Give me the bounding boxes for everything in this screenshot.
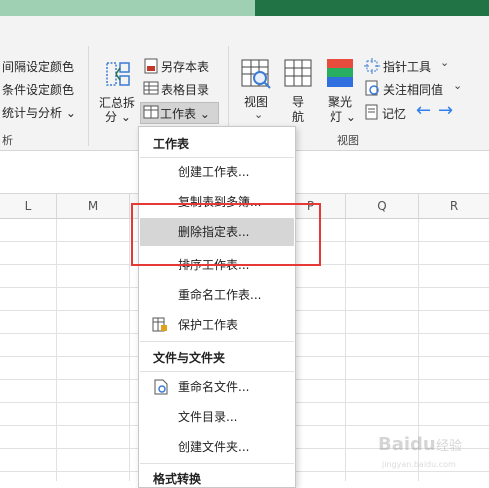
view-icon xyxy=(241,59,271,89)
navigation-icon xyxy=(284,59,312,87)
svg-text:经验: 经验 xyxy=(436,438,462,454)
menu-divider xyxy=(140,371,294,372)
grid-line xyxy=(345,219,346,481)
ribbon-group-label-view: 视图 xyxy=(337,134,359,147)
menu-item-rename-worksheets[interactable]: 重命名工作表... xyxy=(140,281,294,309)
menu-item-label: 保护工作表 xyxy=(178,318,239,332)
summary-split-icon xyxy=(106,62,130,86)
menu-item-create-folder[interactable]: 创建文件夹... xyxy=(140,433,294,461)
title-bar-tab-area xyxy=(0,0,255,16)
menu-item-file-directory[interactable]: 文件目录... xyxy=(140,403,294,431)
column-header-r[interactable]: R xyxy=(419,194,489,218)
protect-worksheet-icon xyxy=(152,317,167,332)
save-as-icon xyxy=(144,58,158,74)
menu-divider xyxy=(140,341,294,342)
summary-split-dropdown[interactable]: 分 ⌄ xyxy=(105,108,131,125)
watch-value-button[interactable]: 关注相同值 xyxy=(383,81,443,98)
ribbon-cmd-interval-color[interactable]: 间隔设定颜色 xyxy=(2,58,74,75)
chevron-down-icon[interactable]: ⌄ xyxy=(453,79,462,92)
memo-icon xyxy=(365,104,378,120)
worksheet-dropdown-menu: 工作表 创建工作表... 复制表到多簿... 删除指定表... 排序工作表...… xyxy=(138,126,296,488)
table-directory-icon xyxy=(143,81,159,95)
menu-item-label: 重命名文件... xyxy=(178,380,250,394)
grid-line xyxy=(129,219,130,481)
menu-item-label: 文件目录... xyxy=(178,410,238,424)
menu-section-worksheet: 工作表 xyxy=(153,137,190,151)
menu-section-files-folders: 文件与文件夹 xyxy=(153,351,226,365)
menu-item-protect-worksheet[interactable]: 保护工作表 xyxy=(140,311,294,339)
pointer-tool-icon xyxy=(364,58,380,74)
chevron-down-icon[interactable]: ⌄ xyxy=(254,108,263,121)
menu-item-label: 创建文件夹... xyxy=(178,440,250,454)
spotlight-dropdown[interactable]: 灯 ⌄ xyxy=(330,108,356,125)
ribbon-divider xyxy=(88,46,89,146)
menu-item-label: 重命名工作表... xyxy=(178,288,262,302)
chevron-down-icon[interactable]: ⌄ xyxy=(440,56,449,69)
arrow-right-icon[interactable]: → xyxy=(438,100,453,121)
navigation-button-label-2: 航 xyxy=(292,110,305,124)
save-as-button[interactable]: 另存本表 xyxy=(161,58,209,75)
ribbon-group-label-analysis: 析 xyxy=(2,134,13,147)
ribbon-cmd-statistics[interactable]: 统计与分析 ⌄ xyxy=(2,104,76,121)
column-header-m[interactable]: M xyxy=(57,194,130,218)
column-header-l[interactable]: L xyxy=(0,194,57,218)
svg-text:jingyan.baidu.com: jingyan.baidu.com xyxy=(381,460,456,469)
spotlight-icon xyxy=(327,59,353,87)
memo-button[interactable]: 记忆 xyxy=(382,105,406,122)
worksheet-icon xyxy=(143,105,159,119)
svg-text:Baidu: Baidu xyxy=(378,434,436,455)
table-directory-button[interactable]: 表格目录 xyxy=(161,81,209,98)
menu-item-rename-files[interactable]: 重命名文件... xyxy=(140,373,294,401)
baidu-watermark-logo: Baidu 经验 jingyan.baidu.com xyxy=(378,434,462,469)
arrow-left-icon[interactable]: ← xyxy=(416,100,431,121)
menu-section-format-conversion: 格式转换 xyxy=(153,472,202,486)
worksheet-button-label: 工作表 ⌄ xyxy=(160,107,210,121)
column-header-q[interactable]: Q xyxy=(346,194,419,218)
menu-item-create-worksheet[interactable]: 创建工作表... xyxy=(140,158,294,186)
menu-item-label: 创建工作表... xyxy=(178,165,250,179)
watch-value-icon xyxy=(365,80,379,96)
menu-divider xyxy=(140,463,294,464)
grid-line xyxy=(56,219,57,481)
rename-file-icon xyxy=(154,379,168,395)
ribbon-cmd-condition-color[interactable]: 条件设定颜色 xyxy=(2,81,74,98)
pointer-tool-button[interactable]: 指针工具 xyxy=(383,58,431,75)
annotation-highlight-box xyxy=(131,203,321,266)
